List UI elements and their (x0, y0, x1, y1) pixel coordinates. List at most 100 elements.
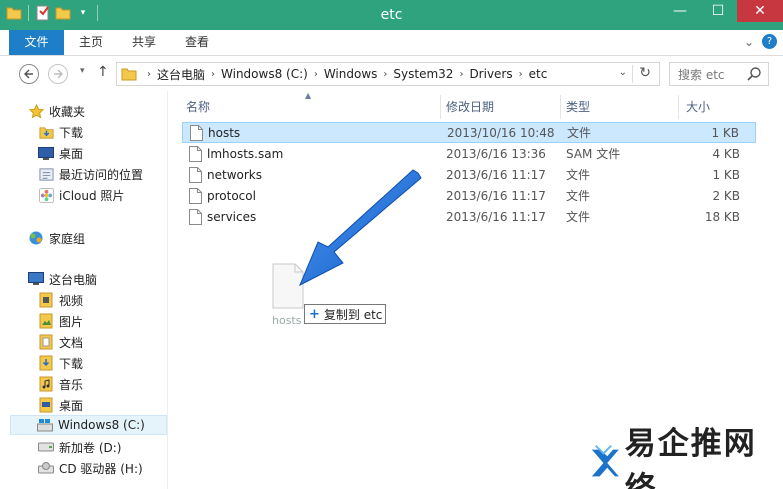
nav-recent-places[interactable]: 最近访问的位置 (38, 164, 168, 184)
column-header-date[interactable]: 修改日期 (446, 96, 494, 118)
breadcrumb-c-drive[interactable]: Windows8 (C:) (221, 63, 308, 85)
watermark-logo-icon (591, 445, 619, 477)
file-icon (189, 167, 202, 183)
recent-locations-dropdown[interactable]: ▾ (80, 66, 85, 76)
drive-icon (38, 439, 54, 455)
nav-music[interactable]: 音乐 (38, 374, 168, 394)
address-bar[interactable]: › 这台电脑 › Windows8 (C:) › Windows › Syste… (116, 62, 660, 86)
column-divider[interactable] (560, 95, 561, 119)
file-name: networks (207, 168, 262, 182)
file-date: 2013/6/16 11:17 (446, 189, 546, 203)
back-button[interactable] (19, 64, 39, 84)
nav-pc-desktop[interactable]: 桌面 (38, 395, 168, 415)
column-header-type[interactable]: 类型 (566, 96, 590, 118)
dragged-file-icon (272, 263, 304, 309)
nav-icloud-photos[interactable]: iCloud 照片 (38, 185, 168, 205)
file-type: 文件 (566, 210, 591, 224)
address-divider (632, 65, 633, 83)
breadcrumb-system32[interactable]: System32 (393, 63, 453, 85)
nav-c-drive[interactable]: Windows8 (C:) (10, 415, 167, 435)
file-size: 4 KB (712, 147, 740, 161)
breadcrumb-this-pc[interactable]: 这台电脑 (157, 63, 205, 85)
cd-drive-icon (38, 460, 54, 476)
search-input[interactable]: 搜索 etc (669, 62, 769, 86)
nav-downloads[interactable]: 下载 (38, 122, 168, 142)
up-arrow-icon[interactable]: ↑ (97, 64, 109, 80)
search-icon[interactable] (746, 66, 762, 82)
nav-d-drive[interactable]: 新加卷 (D:) (38, 437, 168, 457)
column-divider[interactable] (440, 95, 441, 119)
nav-documents[interactable]: 文档 (38, 332, 168, 352)
nav-label: 下载 (59, 356, 84, 371)
breadcrumb-etc[interactable]: etc (529, 63, 548, 85)
forward-button[interactable] (48, 64, 68, 84)
column-header-size[interactable]: 大小 (686, 96, 710, 118)
nav-pictures[interactable]: 图片 (38, 311, 168, 331)
nav-label: iCloud 照片 (59, 188, 125, 203)
nav-label: 图片 (59, 314, 84, 329)
watermark: 易企推网络 (590, 426, 783, 489)
file-type: SAM 文件 (566, 147, 621, 161)
help-icon[interactable]: ? (762, 34, 777, 49)
music-folder-icon (38, 376, 54, 392)
videos-folder-icon (38, 292, 54, 308)
column-divider[interactable] (678, 95, 679, 119)
refresh-icon[interactable]: ↻ (639, 65, 651, 81)
tab-home[interactable]: 主页 (70, 30, 112, 55)
ribbon-tabs: 文件 主页 共享 查看 ⌄ ? (0, 30, 783, 56)
table-row[interactable]: protocol 2013/6/16 11:17 文件 2 KB (182, 186, 756, 207)
window-controls: — ☐ ✕ (661, 0, 783, 22)
breadcrumb-windows[interactable]: Windows (324, 63, 378, 85)
recent-places-icon (38, 166, 54, 182)
chevron-right-icon[interactable]: › (459, 69, 463, 80)
table-row[interactable]: networks 2013/6/16 11:17 文件 1 KB (182, 165, 756, 186)
sort-ascending-icon: ▲ (305, 91, 312, 100)
nav-homegroup[interactable]: 家庭组 (28, 228, 168, 248)
address-dropdown-icon[interactable]: ⌄ (619, 67, 627, 78)
chevron-right-icon[interactable]: › (383, 69, 387, 80)
tab-view[interactable]: 查看 (176, 30, 218, 55)
chevron-down-icon[interactable]: ⌄ (744, 35, 754, 49)
nav-favorites[interactable]: 收藏夹 (28, 101, 168, 121)
tab-file[interactable]: 文件 (9, 30, 64, 55)
nav-desktop[interactable]: 桌面 (38, 143, 168, 163)
nav-label: 桌面 (59, 398, 84, 413)
chevron-right-icon[interactable]: › (211, 69, 215, 80)
nav-cd-drive[interactable]: CD 驱动器 (H:) (38, 458, 168, 478)
search-placeholder: 搜索 etc (678, 67, 725, 82)
nav-videos[interactable]: 视频 (38, 290, 168, 310)
chevron-right-icon[interactable]: › (519, 69, 523, 80)
windows-drive-icon (37, 417, 53, 433)
table-row[interactable]: services 2013/6/16 11:17 文件 18 KB (182, 207, 756, 228)
breadcrumb-drivers[interactable]: Drivers (469, 63, 512, 85)
file-icon (189, 188, 202, 204)
column-header-name[interactable]: 名称 (186, 96, 210, 118)
tab-share[interactable]: 共享 (123, 30, 165, 55)
file-icon (189, 146, 202, 162)
drag-tooltip-text: 复制到 etc (323, 307, 383, 322)
navigation-pane: 收藏夹 下载 桌面 最近访问的位置 iCloud 照片 家庭组 这台电脑 视频 … (0, 91, 168, 489)
file-date: 2013/6/16 13:36 (446, 147, 546, 161)
nav-label: 下载 (59, 125, 84, 140)
table-row[interactable]: hosts 2013/10/16 10:48 文件 1 KB (182, 122, 756, 143)
desktop-folder-icon (38, 397, 54, 413)
nav-label: 收藏夹 (49, 104, 86, 119)
file-type: 文件 (566, 168, 591, 182)
minimize-button[interactable]: — (661, 0, 699, 22)
file-icon (190, 125, 203, 141)
maximize-button[interactable]: ☐ (699, 0, 737, 22)
documents-folder-icon (38, 334, 54, 350)
file-type: 文件 (566, 189, 591, 203)
close-button[interactable]: ✕ (737, 0, 783, 22)
nav-label: 视频 (59, 293, 84, 308)
table-row[interactable]: lmhosts.sam 2013/6/16 13:36 SAM 文件 4 KB (182, 144, 756, 165)
homegroup-icon (28, 230, 44, 246)
chevron-right-icon[interactable]: › (314, 69, 318, 80)
file-type: 文件 (567, 126, 592, 140)
file-date: 2013/10/16 10:48 (447, 126, 555, 140)
title-bar: ▾ etc — ☐ ✕ (0, 0, 783, 30)
file-date: 2013/6/16 11:17 (446, 210, 546, 224)
nav-pc-downloads[interactable]: 下载 (38, 353, 168, 373)
chevron-right-icon[interactable]: › (147, 69, 151, 80)
nav-this-pc[interactable]: 这台电脑 (28, 269, 168, 289)
